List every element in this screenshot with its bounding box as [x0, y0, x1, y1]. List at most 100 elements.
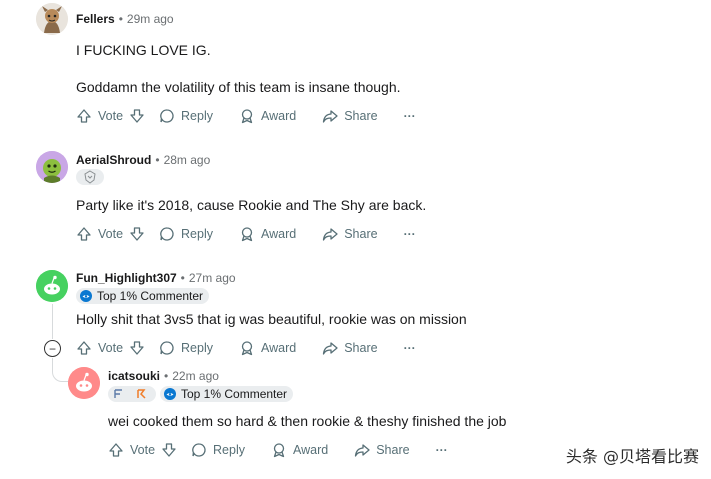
avatar[interactable] — [36, 270, 68, 302]
user-avatar-icon — [36, 3, 68, 35]
comment-actions: Vote Reply Award Share ··· — [76, 104, 416, 128]
award-label: Award — [261, 227, 297, 241]
badge-icon — [163, 387, 177, 401]
comment-meta: Fun_Highlight307 • 27m ago — [76, 271, 236, 285]
share-label: Share — [344, 341, 378, 355]
award-label: Award — [261, 341, 297, 355]
upvote-arrow-icon — [77, 341, 91, 355]
share-button[interactable]: Share — [322, 108, 378, 124]
upvote-button[interactable]: Vote — [76, 340, 123, 356]
top-commenter-badge: Top 1% Commenter — [160, 386, 294, 402]
collapse-thread-button[interactable]: − — [44, 340, 61, 357]
share-button[interactable]: Share — [322, 340, 378, 356]
reply-button[interactable]: Reply — [191, 442, 245, 458]
downvote-button[interactable] — [129, 340, 145, 356]
reply-button[interactable]: Reply — [159, 340, 213, 356]
share-arrow-icon — [323, 342, 338, 355]
avatar[interactable] — [36, 151, 68, 183]
vote-label: Vote — [98, 227, 124, 241]
comment-text: Holly shit that 3vs5 that ig was beautif… — [76, 311, 467, 327]
reply-bubble-icon — [160, 227, 174, 241]
award-icon — [273, 443, 285, 458]
separator-dot: • — [164, 369, 169, 383]
timestamp[interactable]: 28m ago — [164, 153, 211, 167]
award-icon — [241, 227, 253, 242]
upvote-arrow-icon — [109, 443, 123, 457]
downvote-button[interactable] — [129, 108, 145, 124]
username[interactable]: icatsouki — [108, 369, 160, 383]
award-button[interactable]: Award — [239, 108, 296, 124]
award-label: Award — [293, 443, 329, 457]
downvote-arrow-icon — [130, 227, 144, 241]
award-icon — [241, 341, 253, 356]
downvote-arrow-icon — [162, 443, 176, 457]
reply-button[interactable]: Reply — [159, 226, 213, 242]
comment-actions: Vote Reply Award Share ··· — [76, 336, 416, 360]
thread-connector — [52, 362, 68, 382]
timestamp[interactable]: 27m ago — [189, 271, 236, 285]
comment-text: Party like it's 2018, cause Rookie and T… — [76, 197, 427, 213]
comment-text: Goddamn the volatility of this team is i… — [76, 79, 401, 95]
vote-label: Vote — [130, 443, 156, 457]
more-options-button[interactable]: ··· — [404, 341, 416, 355]
reply-bubble-icon — [160, 341, 174, 355]
username[interactable]: AerialShroud — [76, 153, 151, 167]
reply-bubble-icon — [160, 109, 174, 123]
comment-meta: icatsouki • 22m ago — [108, 369, 219, 383]
avatar[interactable] — [68, 367, 100, 399]
user-flair-emoji — [76, 169, 104, 185]
share-arrow-icon — [323, 110, 338, 123]
award-button[interactable]: Award — [239, 226, 296, 242]
timestamp[interactable]: 29m ago — [127, 12, 174, 26]
upvote-arrow-icon — [77, 227, 91, 241]
badge-label: Top 1% Commenter — [97, 289, 204, 303]
top-commenter-badge: Top 1% Commenter — [76, 288, 210, 304]
comment-meta: AerialShroud • 28m ago — [76, 153, 210, 167]
vote-label: Vote — [98, 109, 124, 123]
default-snoo-avatar-icon — [36, 270, 68, 302]
watermark: 头条 @贝塔看比赛 — [565, 447, 699, 466]
default-snoo-avatar-icon — [68, 367, 100, 399]
upvote-button[interactable]: Vote — [108, 442, 155, 458]
share-label: Share — [344, 227, 378, 241]
reply-label: Reply — [213, 443, 245, 457]
award-label: Award — [261, 109, 297, 123]
upvote-button[interactable]: Vote — [76, 108, 123, 124]
vote-label: Vote — [98, 341, 124, 355]
downvote-button[interactable] — [161, 442, 177, 458]
avatar[interactable] — [36, 3, 68, 35]
reply-label: Reply — [181, 109, 213, 123]
share-label: Share — [376, 443, 410, 457]
username[interactable]: Fun_Highlight307 — [76, 271, 177, 285]
upvote-arrow-icon — [77, 109, 91, 123]
more-options-button[interactable]: ··· — [436, 443, 448, 457]
separator-dot: • — [180, 271, 185, 285]
badge-label: Top 1% Commenter — [181, 387, 288, 401]
separator-dot: • — [155, 153, 160, 167]
award-icon — [241, 109, 253, 124]
badge-icon — [79, 289, 93, 303]
collapse-icon: − — [48, 341, 56, 356]
user-flair-emoji — [108, 386, 156, 402]
share-button[interactable]: Share — [322, 226, 378, 242]
reply-label: Reply — [181, 227, 213, 241]
comment-text: wei cooked them so hard & then rookie & … — [108, 413, 507, 429]
team-logo-icon — [114, 389, 146, 399]
upvote-button[interactable]: Vote — [76, 226, 123, 242]
share-arrow-icon — [355, 444, 370, 457]
more-options-button[interactable]: ··· — [404, 227, 416, 241]
timestamp[interactable]: 22m ago — [172, 369, 219, 383]
comment-actions: Vote Reply Award Share ··· — [108, 438, 448, 462]
share-button[interactable]: Share — [354, 442, 410, 458]
share-arrow-icon — [323, 228, 338, 241]
award-button[interactable]: Award — [271, 442, 328, 458]
downvote-button[interactable] — [129, 226, 145, 242]
username[interactable]: Fellers — [76, 12, 115, 26]
user-avatar-icon — [36, 151, 68, 183]
award-button[interactable]: Award — [239, 340, 296, 356]
more-options-button[interactable]: ··· — [404, 109, 416, 123]
thread-line — [52, 304, 53, 339]
reply-button[interactable]: Reply — [159, 108, 213, 124]
reply-bubble-icon — [192, 443, 206, 457]
comment-actions: Vote Reply Award Share ··· — [76, 222, 416, 246]
